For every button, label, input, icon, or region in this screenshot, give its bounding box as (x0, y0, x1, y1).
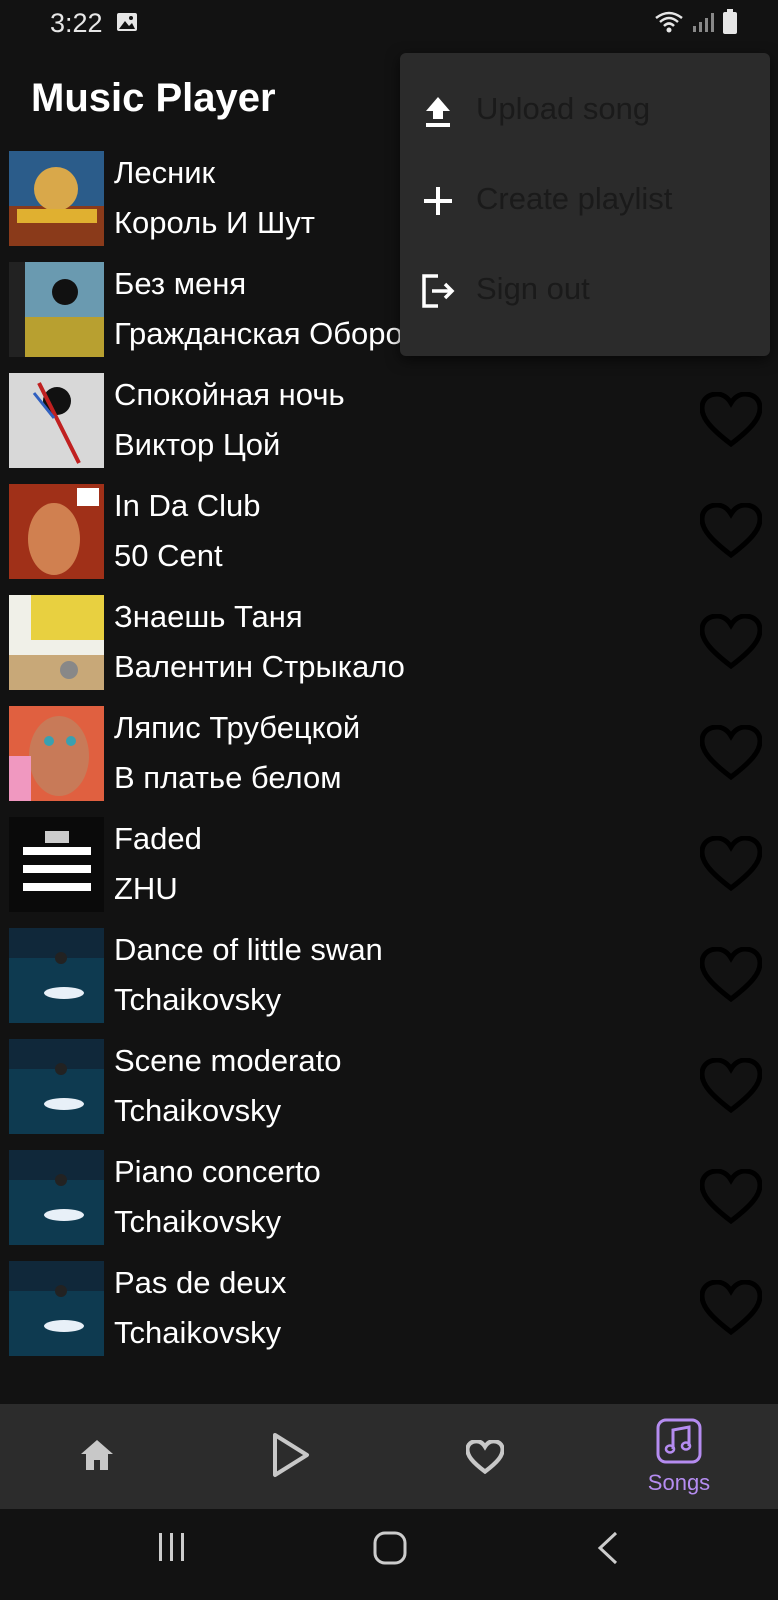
song-title: Faded (114, 821, 202, 856)
album-cover (9, 1039, 104, 1134)
bottom-nav: Songs (0, 1404, 778, 1509)
nav-item-favorites[interactable] (388, 1404, 582, 1509)
song-row[interactable]: In Da Club 50 Cent (0, 478, 778, 591)
song-title: Scene moderato (114, 1043, 342, 1078)
album-cover (9, 262, 104, 357)
song-title: Спокойная ночь (114, 377, 345, 412)
song-row[interactable]: Pas de deux Tchaikovsky (0, 1255, 778, 1368)
song-row[interactable]: Спокойная ночь Виктор Цой (0, 367, 778, 480)
status-icons (654, 9, 738, 40)
song-artist: Tchaikovsky (114, 1204, 282, 1239)
battery-icon (722, 9, 738, 40)
home-icon (81, 1440, 113, 1470)
favorite-heart-icon[interactable] (700, 1058, 762, 1114)
back-icon[interactable] (596, 1531, 620, 1565)
menu-item-label: Create playlist (476, 181, 673, 216)
nav-item-songs[interactable]: Songs (582, 1404, 776, 1509)
song-artist: В платье белом (114, 760, 342, 795)
favorite-heart-icon[interactable] (700, 947, 762, 1003)
wifi-icon (654, 10, 684, 39)
overflow-menu: Upload song Create playlist Sign out (400, 53, 770, 356)
favorite-heart-icon[interactable] (700, 836, 762, 892)
recent-apps-icon[interactable] (156, 1531, 188, 1563)
song-row[interactable]: Faded ZHU (0, 811, 778, 924)
favorite-heart-icon[interactable] (700, 725, 762, 781)
music-note-icon (656, 1418, 702, 1464)
song-artist: Гражданская Оборона (114, 316, 438, 351)
song-artist: Tchaikovsky (114, 1315, 282, 1350)
home-button-icon[interactable] (373, 1531, 407, 1565)
song-artist: Король И Шут (114, 205, 315, 240)
album-cover (9, 928, 104, 1023)
menu-item-label: Upload song (476, 91, 651, 126)
plus-icon (424, 187, 452, 215)
nav-label-songs: Songs (647, 1470, 711, 1495)
menu-item-upload-song[interactable]: Upload song (400, 67, 770, 157)
album-cover (9, 1261, 104, 1356)
album-cover (9, 373, 104, 468)
song-row[interactable]: Scene moderato Tchaikovsky (0, 1033, 778, 1146)
status-bar: 3:22 (0, 0, 778, 46)
favorite-heart-icon[interactable] (700, 1280, 762, 1336)
signal-icon (692, 11, 714, 38)
song-title: Без меня (114, 266, 247, 301)
song-title: Знаешь Таня (114, 599, 303, 634)
favorite-heart-icon[interactable] (700, 1169, 762, 1225)
album-cover (9, 151, 104, 246)
album-cover (9, 595, 104, 690)
song-title: Лесник (114, 155, 216, 190)
song-row[interactable]: Ляпис Трубецкой В платье белом (0, 700, 778, 813)
image-notification-icon (116, 11, 138, 38)
system-nav-bar (0, 1509, 778, 1600)
menu-item-sign-out[interactable]: Sign out (400, 247, 770, 337)
page-title: Music Player (31, 76, 276, 120)
upload-icon (426, 97, 450, 127)
song-artist: Виктор Цой (114, 427, 281, 462)
play-icon (273, 1433, 309, 1477)
album-cover (9, 817, 104, 912)
sign-out-icon (422, 274, 455, 308)
song-artist: 50 Cent (114, 538, 223, 573)
song-title: Ляпис Трубецкой (114, 710, 361, 745)
nav-item-home[interactable] (0, 1404, 194, 1509)
menu-item-label: Sign out (476, 271, 590, 306)
song-row[interactable]: Piano concerto Tchaikovsky (0, 1144, 778, 1257)
song-artist: ZHU (114, 871, 178, 906)
song-row[interactable]: Знаешь Таня Валентин Стрыкало (0, 589, 778, 702)
album-cover (9, 484, 104, 579)
album-cover (9, 706, 104, 801)
favorite-heart-icon[interactable] (700, 503, 762, 559)
song-title: Piano concerto (114, 1154, 321, 1189)
heart-icon (466, 1440, 504, 1474)
favorite-heart-icon[interactable] (700, 392, 762, 448)
song-artist: Tchaikovsky (114, 1093, 282, 1128)
song-artist: Tchaikovsky (114, 982, 282, 1017)
song-row[interactable]: Dance of little swan Tchaikovsky (0, 922, 778, 1035)
status-time: 3:22 (50, 8, 103, 38)
song-title: In Da Club (114, 488, 261, 523)
favorite-heart-icon[interactable] (700, 614, 762, 670)
song-title: Pas de deux (114, 1265, 287, 1300)
song-artist: Валентин Стрыкало (114, 649, 405, 684)
album-cover (9, 1150, 104, 1245)
song-title: Dance of little swan (114, 932, 383, 967)
nav-item-player[interactable] (194, 1404, 388, 1509)
menu-item-create-playlist[interactable]: Create playlist (400, 157, 770, 247)
